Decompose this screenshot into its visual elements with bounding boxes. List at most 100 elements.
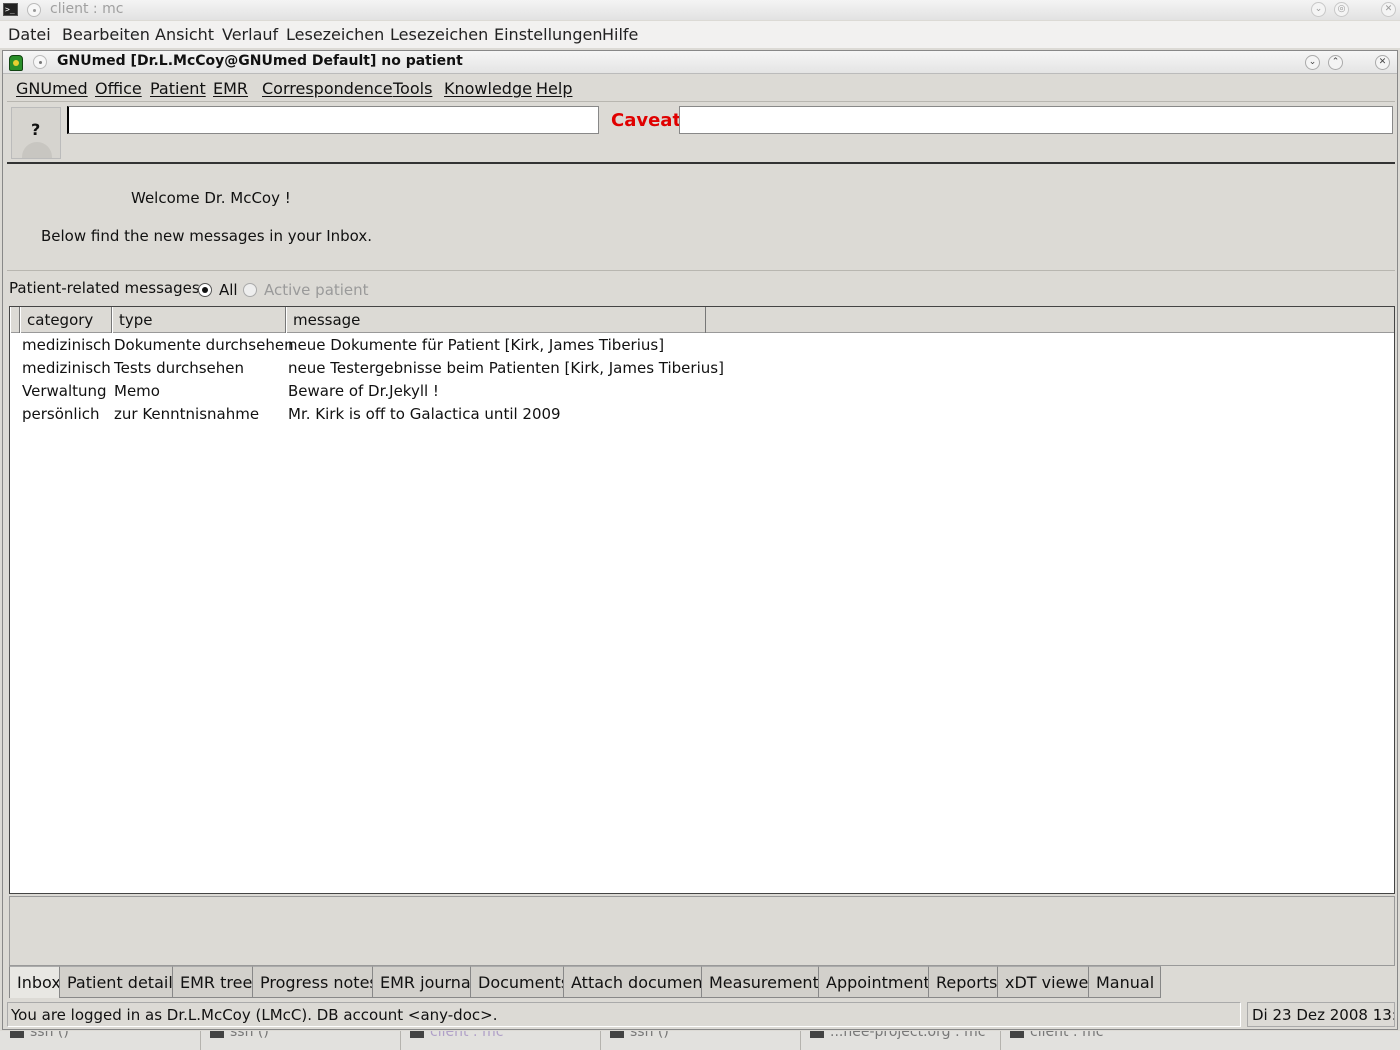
cell-category: persönlich (22, 405, 100, 423)
patient-search-input[interactable] (67, 106, 599, 134)
outer-window-titlebar: >_ client : mc ⌄ ◎ ✕ (0, 0, 1400, 20)
table-row[interactable]: Verwaltung Memo Beware of Dr.Jekyll ! (10, 380, 710, 403)
filter-all-label[interactable]: All (219, 281, 238, 299)
menu-verlauf[interactable]: Verlauf (222, 25, 278, 44)
welcome-panel: Welcome Dr. McCoy ! Below find the new m… (7, 167, 1395, 271)
maximize-icon[interactable]: ◎ (1334, 2, 1349, 17)
column-category[interactable]: category (20, 307, 112, 333)
column-type[interactable]: type (112, 307, 286, 333)
table-row[interactable]: persönlich zur Kenntnisnahme Mr. Kirk is… (10, 403, 710, 426)
tab-documents[interactable]: Documents (470, 966, 577, 998)
terminal-icon: >_ (3, 3, 18, 16)
menu-ansicht[interactable]: Ansicht (155, 25, 214, 44)
tab-attach-documents[interactable]: Attach documents (563, 966, 725, 998)
cell-message: Mr. Kirk is off to Galactica until 2009 (288, 405, 561, 423)
inbox-list[interactable]: category type message medizinisch Dokume… (9, 306, 1395, 894)
tab-xdt-viewer[interactable]: xDT viewer (997, 966, 1102, 998)
tab-measurements[interactable]: Measurements (701, 966, 835, 998)
terminal-icon (1010, 1031, 1024, 1038)
menu-gnumed[interactable]: GNUmed (16, 79, 88, 98)
filter-label: Patient-related messages: (9, 279, 205, 297)
patient-photo-button[interactable]: ? (11, 107, 61, 159)
menu-lesezeichen-2[interactable]: Lesezeichen (390, 25, 488, 44)
taskbar-separator (800, 1031, 801, 1050)
menu-hilfe[interactable]: Hilfe (602, 25, 638, 44)
maximize-icon[interactable]: ⌃ (1328, 55, 1343, 70)
filter-all-radio[interactable] (198, 283, 212, 297)
minimize-icon[interactable]: ⌄ (1311, 2, 1326, 17)
menu-lesezeichen[interactable]: Lesezeichen (286, 25, 384, 44)
cell-type: Memo (114, 382, 160, 400)
taskbar-item[interactable]: ssh () (10, 1031, 69, 1044)
pin-icon[interactable] (27, 3, 41, 17)
gnumed-titlebar: GNUmed [Dr.L.McCoy@GNUmed Default] no pa… (3, 51, 1397, 74)
taskbar-item[interactable]: ...nee-project.org : mc (810, 1031, 985, 1044)
message-detail-pane (9, 896, 1395, 966)
taskbar-separator (600, 1031, 601, 1050)
tab-manual[interactable]: Manual (1088, 966, 1162, 998)
cell-message: neue Dokumente für Patient [Kirk, James … (288, 336, 665, 354)
taskbar-item[interactable]: client : mc (1010, 1031, 1103, 1044)
tab-reports[interactable]: Reports (928, 966, 1005, 998)
inbox-instructions: Below find the new messages in your Inbo… (41, 227, 373, 245)
menu-help[interactable]: Help (536, 79, 572, 98)
message-filter: Patient-related messages: All Active pat… (7, 277, 1395, 303)
filter-active-patient-label: Active patient (264, 281, 369, 299)
minimize-icon[interactable]: ⌄ (1305, 55, 1320, 70)
menu-office[interactable]: Office (95, 79, 142, 98)
table-row[interactable]: medizinisch Tests durchsehen neue Tester… (10, 357, 724, 380)
filter-active-patient-radio (243, 283, 257, 297)
outer-window-title: client : mc (50, 1, 124, 17)
menu-correspondence[interactable]: Correspondence (262, 79, 393, 98)
outer-menubar: Datei Bearbeiten Ansicht Verlauf Lesezei… (0, 21, 1400, 48)
taskbar-item[interactable]: ssh () (210, 1031, 269, 1044)
tab-appointments[interactable]: Appointments (818, 966, 946, 998)
taskbar-item[interactable]: ssh () (610, 1031, 669, 1044)
gnumed-app-icon (9, 55, 23, 71)
gnumed-window: GNUmed [Dr.L.McCoy@GNUmed Default] no pa… (2, 50, 1398, 1030)
taskbar: ssh () ssh () client : mc ssh () ...nee-… (0, 1031, 1400, 1050)
cell-message: neue Testergebnisse beim Patienten [Kirk… (288, 359, 724, 377)
taskbar-separator (1000, 1031, 1001, 1050)
terminal-icon (810, 1031, 824, 1038)
menu-tools[interactable]: Tools (393, 79, 432, 98)
column-message[interactable]: message (286, 307, 706, 333)
menu-patient[interactable]: Patient (150, 79, 206, 98)
patient-toolbar: ? Caveat (7, 104, 1395, 164)
taskbar-separator (200, 1031, 201, 1050)
cell-message: Beware of Dr.Jekyll ! (288, 382, 439, 400)
cell-category: medizinisch (22, 359, 111, 377)
menu-knowledge[interactable]: Knowledge (444, 79, 532, 98)
tab-emr-tree[interactable]: EMR tree (172, 966, 260, 998)
menu-emr[interactable]: EMR (213, 79, 248, 98)
tab-emr-journal[interactable]: EMR journal (372, 966, 483, 998)
photo-placeholder: ? (31, 120, 41, 139)
terminal-icon (210, 1031, 224, 1038)
cell-type: Dokumente durchsehen (114, 336, 294, 354)
person-silhouette-icon (22, 142, 52, 158)
close-icon[interactable]: ✕ (1375, 55, 1390, 70)
gnumed-window-title: GNUmed [Dr.L.McCoy@GNUmed Default] no pa… (57, 53, 463, 69)
status-datetime: Di 23 Dez 2008 13:0 (1247, 1002, 1395, 1027)
pin-icon[interactable] (33, 55, 47, 69)
gnumed-menubar: GNUmed Office Patient EMR Correspondence… (7, 76, 1395, 102)
column-spacer (10, 307, 20, 333)
tab-progress-notes[interactable]: Progress notes (252, 966, 385, 998)
terminal-icon (610, 1031, 624, 1038)
welcome-text: Welcome Dr. McCoy ! (131, 189, 291, 207)
menu-bearbeiten[interactable]: Bearbeiten (62, 25, 150, 44)
cell-type: zur Kenntnisnahme (114, 405, 260, 423)
tab-patient-details[interactable]: Patient details (59, 966, 189, 998)
cell-type: Tests durchsehen (114, 359, 245, 377)
menu-datei[interactable]: Datei (8, 25, 51, 44)
inbox-list-header: category type message (10, 307, 1394, 333)
status-bar: You are logged in as Dr.L.McCoy (LMcC). … (7, 1002, 1395, 1028)
close-icon[interactable]: ✕ (1381, 2, 1396, 17)
taskbar-item[interactable]: client : mc (410, 1031, 503, 1044)
cell-category: Verwaltung (22, 382, 107, 400)
menu-einstellungen[interactable]: Einstellungen (494, 25, 602, 44)
status-login-info: You are logged in as Dr.L.McCoy (LMcC). … (7, 1002, 1241, 1027)
caveat-field[interactable] (679, 106, 1393, 134)
table-row[interactable]: medizinisch Dokumente durchsehen neue Do… (10, 334, 710, 357)
caveat-label: Caveat (611, 110, 682, 131)
